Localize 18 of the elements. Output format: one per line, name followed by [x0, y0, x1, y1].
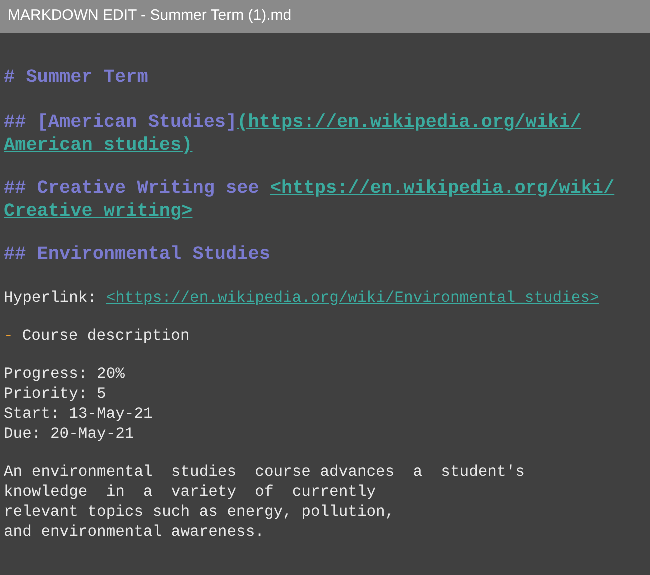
heading: ## Environmental Studies	[4, 244, 270, 265]
link[interactable]: <https://en.wikipedia.org/wiki/Environmental_studies>	[106, 288, 600, 308]
list-item: Course description	[22, 326, 190, 346]
heading: # Summer Term	[4, 67, 148, 88]
text-line: Start: 13-May-21	[4, 405, 153, 423]
link[interactable]: Creative_writing>	[4, 201, 193, 222]
window-title: MARKDOWN EDIT - Summer Term (1).md	[8, 6, 292, 26]
text-line: Due: 20-May-21	[4, 425, 134, 443]
paragraph: An environmental studies course advances a student's knowledge in a variety of currently relevant topics such as energy, pollution, and environmental awareness.	[4, 462, 525, 542]
text-line: Progress: 20%	[4, 365, 125, 383]
link[interactable]: (https://en.wikipedia.org/wiki/	[237, 111, 582, 134]
label: Hyperlink:	[4, 288, 98, 308]
link[interactable]: <https://en.wikipedia.org/wiki/	[270, 177, 615, 200]
heading: ## [American Studies]	[4, 111, 238, 134]
bullet-marker: -	[4, 326, 14, 346]
text-line: Priority: 5	[4, 385, 106, 403]
link[interactable]: American_studies)	[4, 135, 193, 156]
heading: ## Creative Writing see	[4, 177, 260, 200]
